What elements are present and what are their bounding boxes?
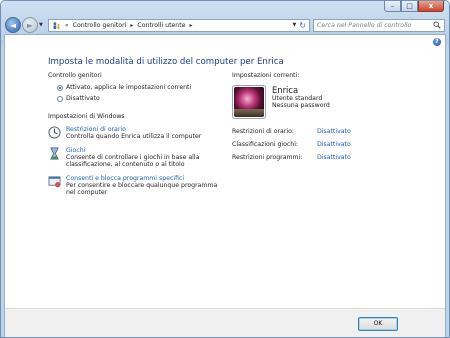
setting-games: Giochi Consente di controllare i giochi … [48, 147, 223, 169]
time-limits-description: Controlla quando Enrica utilizza il comp… [66, 133, 202, 140]
navigation-bar: ◄ ► ▼ « Controllo genitori ▸ Controlli u… [5, 17, 445, 33]
refresh-icon[interactable]: ↻ [299, 21, 306, 30]
programs-description: Per consentire e bloccare qualunque prog… [66, 181, 218, 197]
forward-button[interactable]: ► [22, 17, 38, 33]
radio-disabled[interactable]: Disattivato [57, 95, 223, 102]
parental-controls-icon [53, 21, 60, 29]
left-column: Controllo genitori Attivato, applica le … [48, 72, 223, 197]
restriction-row: Classificazioni giochi: Disattivato [232, 141, 417, 148]
address-dropdown-icon[interactable]: ▼ [292, 22, 296, 28]
user-name: Enrica [272, 85, 299, 95]
restriction-label: Classificazioni giochi: [232, 141, 299, 148]
games-link[interactable]: Giochi [66, 147, 223, 154]
setting-time-limits: Restrizioni di orario Controlla quando E… [48, 126, 223, 141]
time-limits-link[interactable]: Restrizioni di orario [66, 126, 201, 133]
breadcrumb-separator[interactable]: ▸ [189, 22, 192, 29]
setting-programs: Consenti e blocca programmi specifici Pe… [48, 175, 223, 197]
restriction-value-link[interactable]: Disattivato [317, 141, 351, 148]
user-type: Utente standard [272, 95, 323, 102]
restriction-value-link[interactable]: Disattivato [317, 154, 351, 161]
radio-disabled-label[interactable]: Disattivato [66, 95, 100, 102]
radio-enabled[interactable]: Attivato, applica le impostazioni corren… [57, 84, 223, 91]
recent-pages-dropdown[interactable]: ▼ [39, 22, 45, 28]
windows-settings-section: Impostazioni di Windows Restrizioni di o… [48, 113, 223, 197]
breadcrumb-parental-controls[interactable]: Controllo genitori [73, 22, 127, 29]
breadcrumb-separator[interactable]: ▸ [130, 22, 133, 29]
page-title: Imposta le modalità di utilizzo del comp… [48, 57, 284, 67]
radio-disabled-button[interactable] [57, 95, 63, 102]
program-icon [48, 176, 61, 188]
maximize-button[interactable]: □ [401, 1, 418, 12]
ok-button[interactable]: OK [358, 317, 398, 331]
close-button[interactable]: x [418, 1, 444, 12]
restrictions-list: Restrizioni di orario: Disattivato Class… [232, 128, 417, 161]
current-settings-heading: Impostazioni correnti: [232, 72, 300, 79]
search-box[interactable]: Cerca nel Pannello di controllo [313, 18, 445, 32]
parental-controls-heading: Controllo genitori [48, 72, 102, 79]
breadcrumb-overflow[interactable]: « [65, 22, 69, 29]
clock-icon [48, 126, 61, 139]
user-card: Enrica Utente standard Nessuna password [232, 85, 417, 119]
restriction-row: Restrizioni di orario: Disattivato [232, 128, 417, 135]
user-info: Enrica Utente standard Nessuna password [272, 85, 330, 119]
user-picture [234, 87, 264, 117]
user-password-status: Nessuna password [272, 102, 330, 109]
avatar [232, 85, 266, 119]
footer-bar: OK [5, 308, 445, 337]
breadcrumb: « Controllo genitori ▸ Controlli utente … [65, 22, 196, 29]
radio-enabled-label[interactable]: Attivato, applica le impostazioni corren… [66, 84, 191, 91]
programs-link[interactable]: Consenti e blocca programmi specifici [66, 175, 223, 182]
search-input[interactable]: Cerca nel Pannello di controllo [317, 22, 433, 29]
help-icon[interactable]: ? [433, 38, 441, 46]
caption-buttons: – □ x [384, 1, 444, 12]
right-column: Impostazioni correnti: Enrica Utente sta… [232, 72, 417, 167]
content-pane: ? Imposta le modalità di utilizzo del co… [4, 34, 446, 337]
control-panel-window: – □ x ◄ ► ▼ « Controllo genitori ▸ Contr… [0, 0, 450, 338]
breadcrumb-user-controls[interactable]: Controlli utente [137, 22, 185, 29]
search-icon[interactable] [433, 21, 441, 29]
restriction-row: Restrizioni programmi: Disattivato [232, 154, 417, 161]
games-icon [50, 147, 59, 160]
windows-settings-heading: Impostazioni di Windows [48, 113, 125, 120]
address-bar[interactable]: « Controllo genitori ▸ Controlli utente … [48, 18, 310, 32]
games-description: Consente di controllare i giochi in base… [66, 153, 200, 169]
restriction-value-link[interactable]: Disattivato [317, 128, 351, 135]
radio-enabled-button[interactable] [57, 84, 63, 91]
back-button[interactable]: ◄ [5, 17, 21, 33]
restriction-label: Restrizioni programmi: [232, 154, 303, 161]
minimize-button[interactable]: – [384, 1, 401, 12]
restriction-label: Restrizioni di orario: [232, 128, 294, 135]
